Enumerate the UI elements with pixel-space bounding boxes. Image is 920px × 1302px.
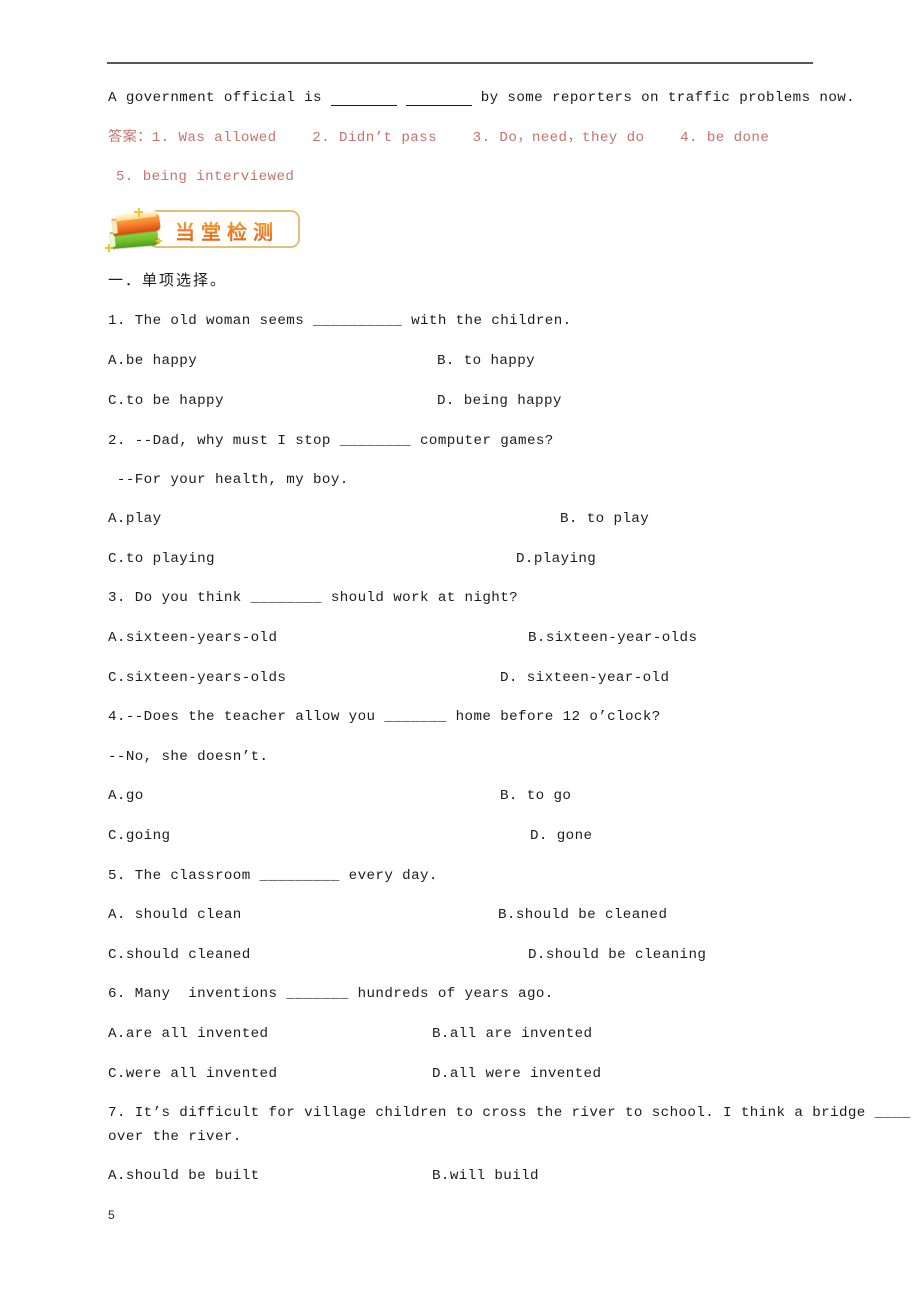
carryover-sentence: A government official is by some reporte… bbox=[108, 89, 855, 107]
question-5-option-c[interactable]: C.should cleaned bbox=[108, 947, 251, 964]
header-rule bbox=[107, 62, 813, 64]
question-4-option-c[interactable]: C.going bbox=[108, 828, 170, 845]
carryover-sentence-before: A government official is bbox=[108, 90, 331, 106]
answer-line-1: 答案：1. Was allowed 2. Didn’t pass 3. Do，n… bbox=[108, 130, 770, 146]
sparkle-icon bbox=[134, 211, 143, 213]
question-7-stem: 7. It’s difficult for village children t… bbox=[108, 1105, 911, 1121]
question-3-option-c[interactable]: C.sixteen-years-olds bbox=[108, 670, 286, 687]
question-3-option-b[interactable]: B.sixteen-year-olds bbox=[528, 630, 697, 647]
question-3-option-a[interactable]: A.sixteen-years-old bbox=[108, 630, 277, 647]
blank-line-2 bbox=[405, 89, 472, 106]
question-6-option-d[interactable]: D.all were invented bbox=[432, 1066, 601, 1083]
section-heading: 一．单项选择。 bbox=[108, 271, 228, 289]
sparkle-icon bbox=[105, 247, 113, 249]
question-5-option-a[interactable]: A. should clean bbox=[108, 907, 242, 924]
question-1-option-c[interactable]: C.to be happy bbox=[108, 393, 224, 410]
question-1-option-a[interactable]: A.be happy bbox=[108, 353, 197, 370]
question-2-stem: 2. --Dad, why must I stop ________ compu… bbox=[108, 433, 554, 449]
stacked-books-icon bbox=[104, 208, 166, 254]
question-4-option-d[interactable]: D. gone bbox=[530, 828, 592, 845]
question-2-option-b[interactable]: B. to play bbox=[560, 511, 649, 528]
question-7-option-b[interactable]: B.will build bbox=[432, 1168, 539, 1185]
question-7-stem-cont: over the river. bbox=[108, 1129, 242, 1145]
banner-title: 当堂检测 bbox=[158, 216, 296, 245]
question-4-stem: 4.--Does the teacher allow you _______ h… bbox=[108, 709, 661, 725]
answer-line-2: 5. being interviewed bbox=[116, 169, 295, 185]
question-1-stem: 1. The old woman seems __________ with t… bbox=[108, 313, 572, 329]
page-number: 5 bbox=[108, 1208, 115, 1222]
question-3-stem: 3. Do you think ________ should work at … bbox=[108, 590, 519, 606]
question-5-stem: 5. The classroom _________ every day. bbox=[108, 868, 438, 884]
question-5-option-b[interactable]: B.should be cleaned bbox=[498, 907, 667, 924]
question-7-option-a[interactable]: A.should be built bbox=[108, 1168, 260, 1185]
question-6-option-a[interactable]: A.are all invented bbox=[108, 1026, 268, 1043]
question-2-stem-reply: --For your health, my boy. bbox=[108, 472, 349, 488]
carryover-sentence-after: by some reporters on traffic problems no… bbox=[471, 90, 856, 106]
question-2-option-d[interactable]: D.playing bbox=[516, 551, 596, 568]
question-2-option-a[interactable]: A.play bbox=[108, 511, 161, 528]
question-3-option-d[interactable]: D. sixteen-year-old bbox=[500, 670, 669, 687]
question-1-option-b[interactable]: B. to happy bbox=[437, 353, 535, 370]
question-1-option-d[interactable]: D. being happy bbox=[437, 393, 562, 410]
question-6-stem: 6. Many inventions _______ hundreds of y… bbox=[108, 986, 554, 1002]
question-4-option-b[interactable]: B. to go bbox=[500, 788, 571, 805]
question-2-option-c[interactable]: C.to playing bbox=[108, 551, 215, 568]
question-4-option-a[interactable]: A.go bbox=[108, 788, 144, 805]
blank-line-1 bbox=[330, 89, 397, 106]
question-5-option-d[interactable]: D.should be cleaning bbox=[528, 947, 706, 964]
carryover-sentence-mid bbox=[397, 90, 406, 106]
document-page: A government official is by some reporte… bbox=[0, 0, 920, 1302]
question-6-option-b[interactable]: B.all are invented bbox=[432, 1026, 592, 1043]
section-banner: 当堂检测 bbox=[104, 206, 306, 256]
question-6-option-c[interactable]: C.were all invented bbox=[108, 1066, 277, 1083]
question-4-stem-reply: --No, she doesn’t. bbox=[108, 749, 269, 765]
